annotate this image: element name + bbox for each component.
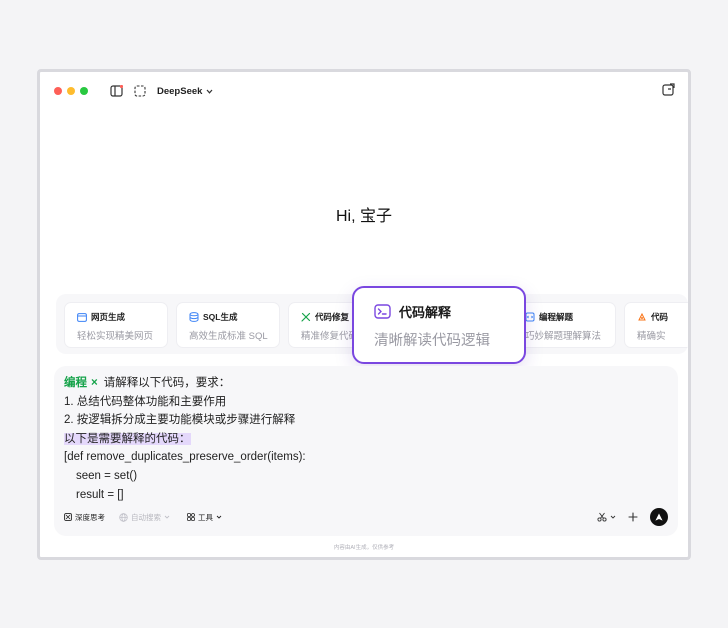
- card-subtitle: 精确实: [637, 331, 666, 342]
- minimize-window-button[interactable]: [67, 87, 75, 95]
- code-line: [def remove_duplicates_preserve_order(it…: [64, 451, 306, 464]
- close-window-button[interactable]: [54, 87, 62, 95]
- send-icon: [655, 513, 663, 521]
- chevron-down-icon: [216, 515, 222, 519]
- chevron-down-icon: [610, 515, 616, 519]
- sidebar-toggle-icon[interactable]: [109, 84, 123, 98]
- scissors-menu-button[interactable]: [597, 512, 616, 522]
- chevron-down-icon: [164, 515, 170, 519]
- composer-toolbar: 深度思考 自动搜索 工具: [64, 508, 668, 526]
- card-title: 代码: [651, 312, 669, 322]
- card-title: 编程解题: [539, 312, 574, 322]
- card-programming[interactable]: 编程解题 巧妙解题理解算法: [512, 302, 616, 348]
- popup-title: 代码解释: [399, 305, 452, 320]
- screenshot-icon[interactable]: [133, 84, 147, 98]
- remove-tag-button[interactable]: ×: [91, 377, 98, 389]
- window-icon: [77, 312, 87, 322]
- atom-icon: [64, 513, 72, 521]
- auto-search-button[interactable]: 自动搜索: [119, 512, 173, 523]
- app-window: DeepSeek Hi, 宝子 网页生成 轻松实现精美网页 SQL生成 高效生成…: [37, 69, 691, 560]
- message-composer[interactable]: 编程 × 请解释以下代码，要求： 1. 总结代码整体功能和主要作用 2. 按逻辑拆分…: [54, 366, 678, 536]
- card-subtitle: 巧妙解题理解算法: [525, 331, 602, 342]
- composer-actions: [585, 508, 668, 526]
- popup-subtitle: 清晰解读代码逻辑: [374, 333, 490, 349]
- mode-tag: 编程: [64, 377, 87, 389]
- code-line: result = []: [76, 488, 124, 501]
- plus-icon: [628, 512, 638, 522]
- card-sql[interactable]: SQL生成 高效生成标准 SQL: [176, 302, 280, 348]
- auto-search-label: 自动搜索: [131, 512, 161, 522]
- card-subtitle: 高效生成标准 SQL: [189, 331, 268, 342]
- card-title: 网页生成: [91, 312, 126, 322]
- card-webpage[interactable]: 网页生成 轻松实现精美网页: [64, 302, 168, 348]
- database-icon: [189, 312, 199, 322]
- card-code-more[interactable]: 代码 精确实: [624, 302, 688, 348]
- tools-label: 工具: [198, 512, 213, 522]
- send-button[interactable]: [650, 508, 668, 526]
- code-line: seen = set(): [76, 469, 138, 482]
- scissors-icon: [597, 512, 607, 522]
- wrench-icon: [301, 312, 311, 322]
- maximize-window-button[interactable]: [80, 87, 88, 95]
- prompt-line: 请解释以下代码，要求：: [103, 377, 231, 389]
- deep-think-button[interactable]: 深度思考: [64, 512, 105, 523]
- model-selector[interactable]: DeepSeek: [157, 86, 202, 97]
- tools-icon: [187, 513, 195, 521]
- card-title: 代码修复: [315, 312, 350, 322]
- globe-icon: [119, 512, 128, 522]
- tools-button[interactable]: 工具: [187, 512, 225, 523]
- highlighted-line: 以下是需要解释的代码：: [64, 432, 191, 445]
- greeting-heading: Hi, 宝子: [335, 208, 392, 225]
- title-bar: DeepSeek: [40, 72, 688, 110]
- card-title: SQL生成: [203, 312, 238, 322]
- prompt-line: 2. 按逻辑拆分成主要功能模块或步骤进行解释: [64, 414, 296, 427]
- chevron-down-icon[interactable]: [206, 87, 213, 96]
- card-subtitle: 轻松实现精美网页: [77, 331, 154, 342]
- attach-button[interactable]: [628, 512, 638, 522]
- puzzle-icon: [525, 312, 535, 322]
- new-chat-icon[interactable]: [662, 83, 676, 97]
- disclaimer-footer: 内容由AI生成，仅供参考: [333, 545, 395, 551]
- terminal-icon: [374, 304, 391, 319]
- code-explain-card[interactable]: 代码解释 清晰解读代码逻辑: [352, 286, 526, 364]
- prompt-line: 1. 总结代码整体功能和主要作用: [64, 395, 227, 408]
- deep-think-label: 深度思考: [75, 512, 105, 522]
- code-icon: [638, 312, 646, 321]
